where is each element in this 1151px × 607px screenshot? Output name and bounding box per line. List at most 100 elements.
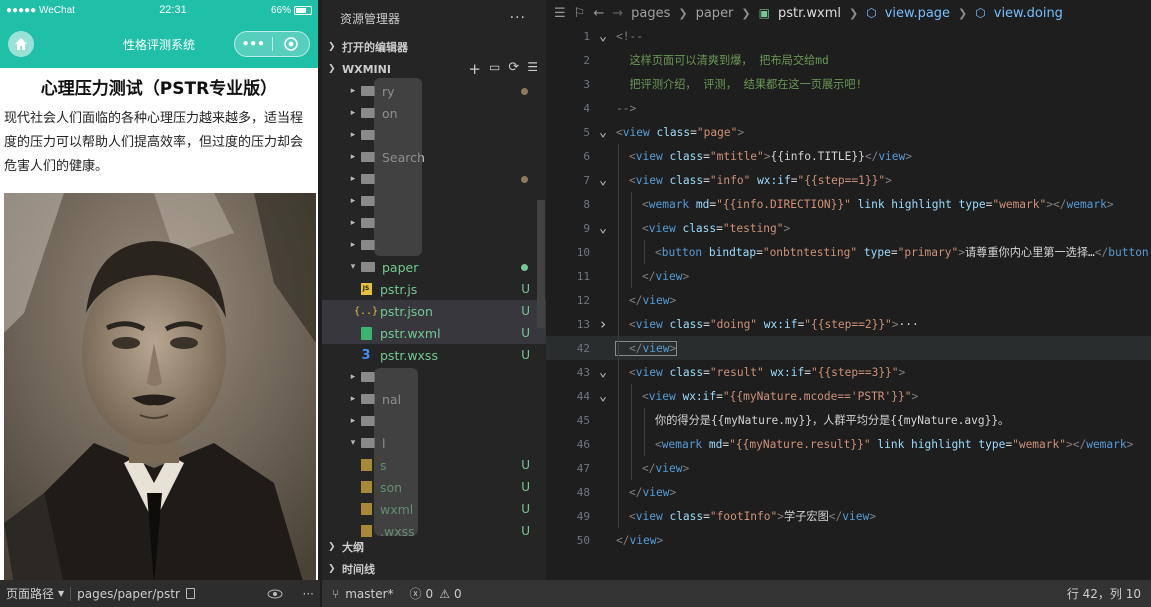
branch-icon[interactable]: ⑂	[332, 587, 339, 601]
line-number: 9	[583, 221, 590, 235]
tree-folder[interactable]: ▸	[322, 212, 546, 234]
fold-open-icon[interactable]: ⌄	[590, 389, 616, 404]
breadcrumb-paper[interactable]: paper	[696, 6, 734, 21]
tree-file[interactable]: {..} pstr.json U	[322, 300, 546, 322]
code-text: <button bindtap="onbtntesting" type="pri…	[655, 246, 1149, 259]
tree-folder[interactable]: ▸	[322, 234, 546, 256]
code-line[interactable]: 8 <wemark md="{{info.DIRECTION}}" link hi…	[546, 192, 1151, 216]
code-line[interactable]: 49 <view class="footInfo">学子宏图</view>	[546, 504, 1151, 528]
code-line[interactable]: 3 把评测介绍， 评测， 结果都在这一页展示吧!	[546, 72, 1151, 96]
fold-open-icon[interactable]: ⌄	[590, 365, 616, 380]
code-line[interactable]: 11 </view>	[546, 264, 1151, 288]
code-line[interactable]: 9 ⌄ <view class="testing">	[546, 216, 1151, 240]
fold-open-icon[interactable]: ⌄	[590, 221, 616, 236]
breadcrumb-view-page[interactable]: view.page	[885, 6, 950, 21]
js-file-icon: JS	[358, 282, 374, 296]
code-line[interactable]: 2 这样页面可以清爽到爆， 把布局交给md	[546, 48, 1151, 72]
chevron-right-icon: ▸	[350, 174, 356, 184]
tree-folder[interactable]: ▸	[322, 168, 546, 190]
fold-open-icon[interactable]: ⌄	[590, 173, 616, 188]
git-status-badge: U	[521, 502, 530, 516]
code-line[interactable]: 5 ⌄ <view class="page">	[546, 120, 1151, 144]
code-line[interactable]: 6 <view class="mtitle">{{info.TITLE}}</vi…	[546, 144, 1151, 168]
code-line[interactable]: 13 › <view class="doing" wx:if="{{step==2}…	[546, 312, 1151, 336]
capsule-menu: •••	[234, 31, 310, 57]
tree-file[interactable]: sonU	[322, 476, 546, 498]
symbol-icon: ⬡	[866, 6, 877, 20]
wxss-file-icon: 3	[361, 347, 371, 363]
fold-open-icon[interactable]: ⌄	[590, 29, 616, 44]
tree-folder[interactable]: ▾l	[322, 432, 546, 454]
more-options-icon[interactable]: ···	[303, 587, 314, 601]
code-line[interactable]: 47 </view>	[546, 456, 1151, 480]
warnings-icon[interactable]: ⚠	[439, 587, 450, 601]
code-line[interactable]: 45 你的得分是{{myNature.my}}，人群平均分是{{myNature.…	[546, 408, 1151, 432]
code-line[interactable]: 48 </view>	[546, 480, 1151, 504]
back-arrow-icon[interactable]: ←	[593, 6, 604, 21]
new-file-icon[interactable]: +	[468, 60, 481, 78]
close-miniprogram-button[interactable]	[273, 32, 310, 56]
tree-folder[interactable]: ▸Search	[322, 146, 546, 168]
bookmark-icon[interactable]: ⚐	[574, 6, 586, 21]
cursor-position[interactable]: 行 42，列 10	[1067, 585, 1141, 602]
tree-folder[interactable]: ▸on	[322, 102, 546, 124]
errors-icon[interactable]: ⓧ	[410, 585, 422, 602]
list-icon[interactable]: ☰	[554, 6, 566, 21]
tree-folder[interactable]: ▸ry	[322, 80, 546, 102]
collapse-all-icon[interactable]: ☰	[527, 60, 538, 78]
code-text: <wemark md="{{myNature.result}}" link hi…	[655, 437, 1134, 451]
code-text: </view>	[642, 461, 690, 475]
explorer-title: 资源管理器	[340, 11, 401, 26]
code-line[interactable]: 44 ⌄ <view wx:if="{{myNature.mcode=='PSTR'…	[546, 384, 1151, 408]
tree-file[interactable]: sU	[322, 454, 546, 476]
code-line[interactable]: 43 ⌄ <view class="result" wx:if="{{step==3…	[546, 360, 1151, 384]
code-line[interactable]: 46 <wemark md="{{myNature.result}}" link …	[546, 432, 1151, 456]
code-line[interactable]: 50 </view>	[546, 528, 1151, 552]
tree-folder[interactable]: ▸	[322, 366, 546, 388]
explorer-more-icon[interactable]: ···	[510, 10, 526, 26]
timeline-section[interactable]: ❯ 时间线	[322, 558, 546, 580]
line-number: 13	[576, 317, 590, 331]
new-folder-icon[interactable]: ▭	[489, 60, 500, 78]
tree-file[interactable]: pstr.wxml U	[322, 322, 546, 344]
breadcrumb-file[interactable]: pstr.wxml	[778, 6, 841, 21]
tree-folder[interactable]: ▾ paper	[322, 256, 546, 278]
code-text: <view wx:if="{{myNature.mcode=='PSTR'}}"…	[642, 389, 919, 403]
tree-folder[interactable]: ▸	[322, 410, 546, 432]
breadcrumb: ☰ ⚐ ← → pages ❯ paper ❯ ▣ pstr.wxml ❯ ⬡ …	[554, 5, 1063, 21]
outline-section[interactable]: ❯ 大纲	[322, 536, 546, 558]
breadcrumb-pages[interactable]: pages	[631, 6, 670, 21]
code-line[interactable]: 1 ⌄ <!--	[546, 24, 1151, 48]
eye-icon[interactable]	[267, 589, 283, 599]
refresh-icon[interactable]: ⟳	[508, 60, 519, 78]
code-line[interactable]: 10 <button bindtap="onbtntesting" type="p…	[546, 240, 1151, 264]
page-path-dropdown[interactable]: 页面路径 ▼	[6, 585, 64, 602]
code-line[interactable]: 12 </view>	[546, 288, 1151, 312]
code-line[interactable]: 42 </view>	[546, 336, 1151, 360]
code-line[interactable]: 7 ⌄ <view class="info" wx:if="{{step==1}}"…	[546, 168, 1151, 192]
line-number: 1	[583, 29, 590, 43]
forward-arrow-icon[interactable]: →	[612, 6, 623, 21]
fold-open-icon[interactable]: ⌄	[590, 125, 616, 140]
code-line[interactable]: 4 -->	[546, 96, 1151, 120]
code-editor: ☰ ⚐ ← → pages ❯ paper ❯ ▣ pstr.wxml ❯ ⬡ …	[546, 0, 1151, 580]
fold-closed-icon[interactable]: ›	[590, 315, 616, 333]
branch-label[interactable]: master*	[345, 587, 393, 601]
more-button[interactable]: •••	[235, 32, 272, 56]
open-editors-section[interactable]: ❯ 打开的编辑器	[322, 36, 546, 58]
explorer-scrollbar[interactable]	[537, 200, 545, 328]
tree-folder[interactable]: ▸nal	[322, 388, 546, 410]
project-section[interactable]: ❯ WXMINI + ▭ ⟳ ☰	[322, 58, 546, 80]
code-lines[interactable]: 1 ⌄ <!-- 2 这样页面可以清爽到爆， 把布局交给md 3 把评测介绍， 评测， …	[546, 24, 1151, 552]
page-path-value: pages/paper/pstr	[77, 586, 180, 601]
tree-file[interactable]: JS pstr.js U	[322, 278, 546, 300]
tree-file[interactable]: wxmlU	[322, 498, 546, 520]
copy-icon[interactable]	[185, 588, 195, 599]
chevron-down-icon: ▾	[350, 438, 356, 448]
breadcrumb-view-doing[interactable]: view.doing	[994, 6, 1063, 21]
tree-folder[interactable]: ▸	[322, 190, 546, 212]
tree-file[interactable]: 3 pstr.wxss U	[322, 344, 546, 366]
code-text: 这样页面可以清爽到爆， 把布局交给md	[616, 54, 829, 67]
home-button[interactable]	[8, 31, 34, 57]
tree-folder[interactable]: ▸	[322, 124, 546, 146]
